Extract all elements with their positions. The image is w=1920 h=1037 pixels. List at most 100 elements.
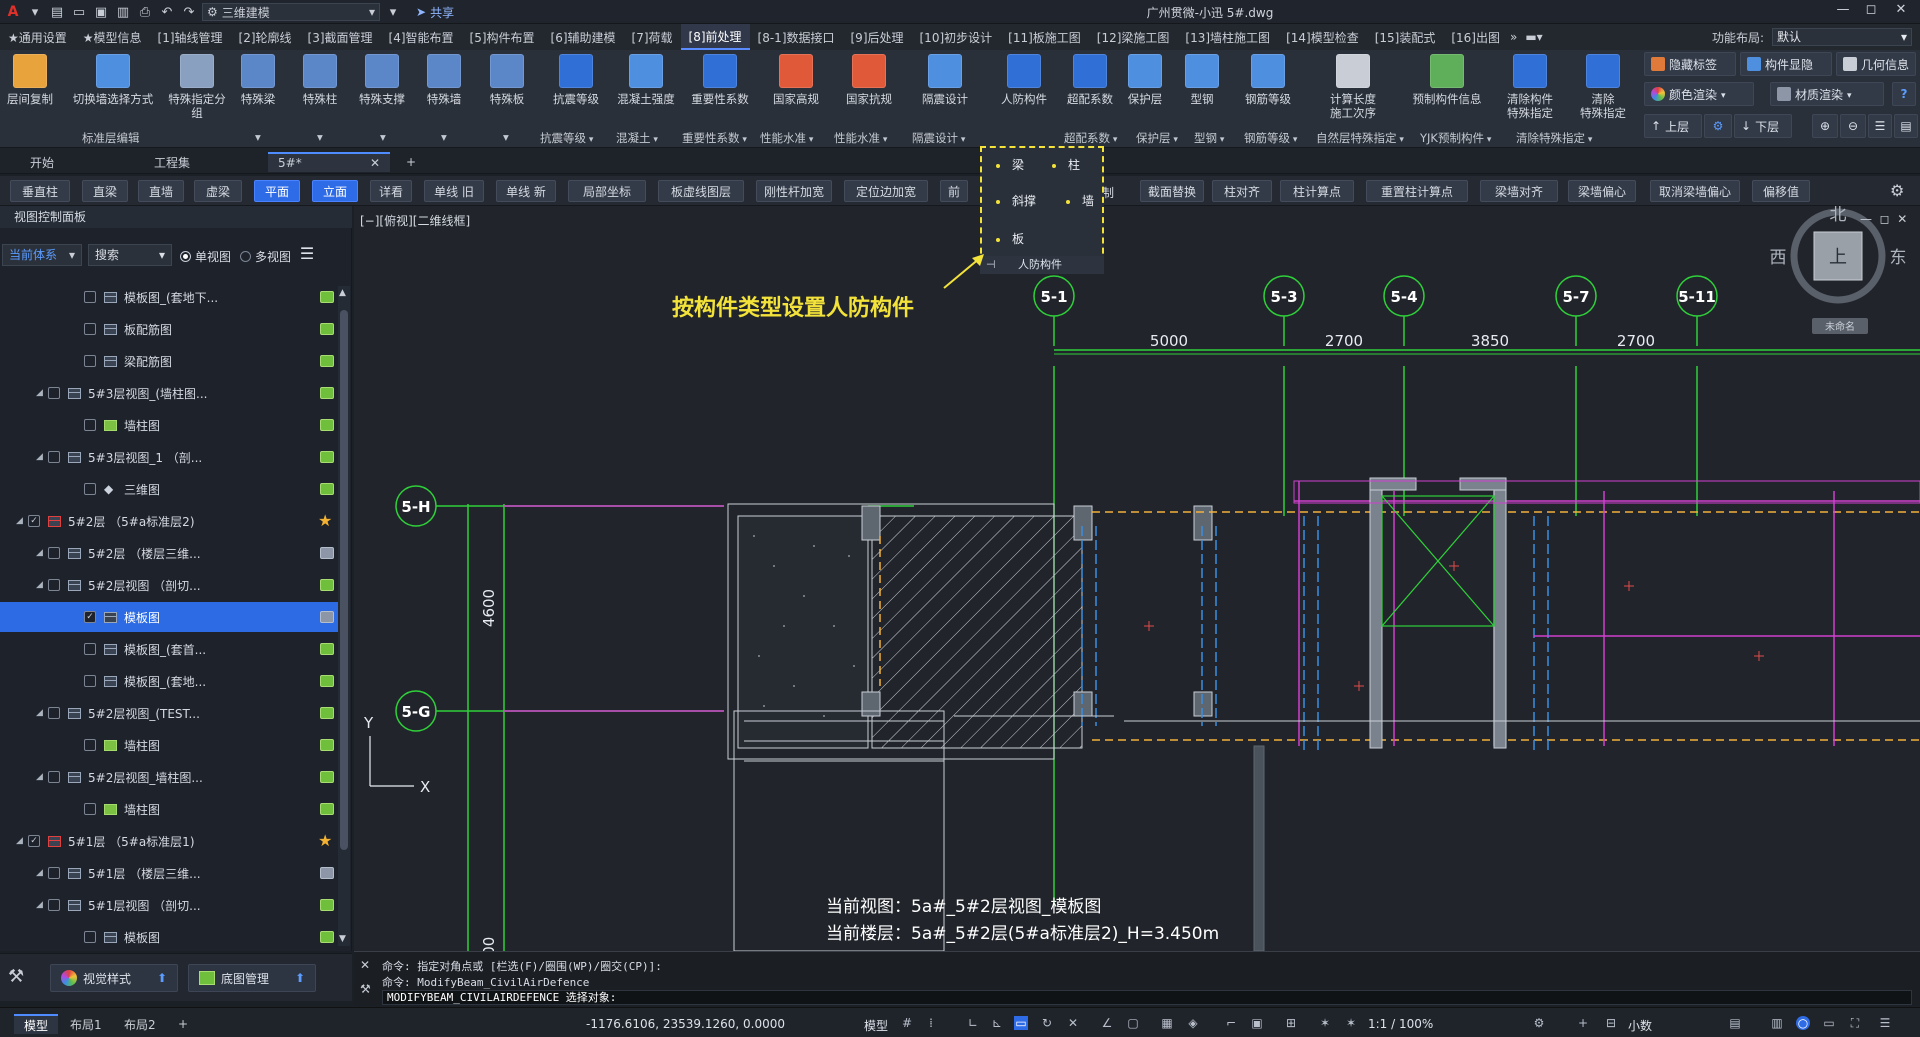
ribbon-button[interactable]: 钢筋等级	[1232, 52, 1304, 130]
save-as-icon[interactable]: ▥	[114, 3, 132, 21]
scroll-thumb[interactable]	[340, 310, 348, 850]
menu-tab[interactable]: ★通用设置	[0, 24, 75, 50]
ortho-icon[interactable]: ∟	[966, 1016, 980, 1030]
flyout-item-beam[interactable]: 梁	[996, 156, 1024, 173]
tab-layout1[interactable]: 布局1	[60, 1014, 112, 1034]
ribbon-button[interactable]: 层间复制	[2, 52, 58, 130]
flyout-item-slab[interactable]: 板	[996, 230, 1024, 247]
checkbox[interactable]: ✓	[28, 515, 40, 527]
drawing-canvas[interactable]: 5-1 5-3 5-4 5-7 5-11 5-H 5-G 5000 2700 3…	[354, 205, 1920, 965]
toolbar-button[interactable]: 重置柱计算点	[1366, 180, 1468, 202]
tree-item[interactable]: ◢ 5#2层视图_墙柱图...	[0, 762, 338, 792]
ribbon-button[interactable]: 混凝土强度	[612, 52, 680, 130]
up-floor-button[interactable]: ↑ 上层	[1644, 114, 1702, 138]
menu-tab[interactable]: [3]截面管理	[300, 24, 381, 50]
ribbon-button[interactable]: 特殊指定分组	[168, 52, 226, 130]
tree-item[interactable]: 梁配筋图	[0, 346, 338, 376]
units-icon[interactable]: ⊟	[1604, 1016, 1618, 1030]
new-tab-button[interactable]: +	[396, 152, 426, 172]
open-view-icon[interactable]	[320, 707, 334, 719]
checkbox[interactable]	[48, 771, 60, 783]
close-icon[interactable]: ✕	[370, 156, 380, 170]
undo-icon[interactable]: ↶	[158, 3, 176, 21]
monitor-icon[interactable]: ▭	[1822, 1016, 1836, 1030]
layout-view-button[interactable]: ▤	[1894, 114, 1918, 138]
save-icon[interactable]: ▣	[92, 3, 110, 21]
expand-arrow-icon[interactable]: ◢	[36, 452, 46, 462]
geometry-info-button[interactable]: 几何信息	[1836, 52, 1916, 76]
units-select[interactable]: 小数	[1628, 1017, 1652, 1034]
ribbon-button[interactable]: 国家高规	[760, 52, 832, 130]
ribbon-group-label[interactable]: 隔震设计	[912, 130, 965, 146]
gear-icon[interactable]: ⚙	[1890, 181, 1904, 200]
help-button[interactable]: ?	[1892, 82, 1916, 106]
checkbox[interactable]	[48, 451, 60, 463]
gizmo-icon[interactable]: ◈	[1186, 1016, 1200, 1030]
close-button[interactable]: ✕	[1890, 2, 1912, 22]
toolbar-button[interactable]: 板虚线图层	[658, 180, 744, 202]
open-folder-icon[interactable]: ▭	[70, 3, 88, 21]
menu-tab[interactable]: [16]出图	[1443, 24, 1508, 50]
ribbon-button[interactable]: 特殊梁	[228, 52, 288, 130]
annotation-visibility-icon[interactable]: ✶	[1344, 1016, 1358, 1030]
chevron-down-icon[interactable]: ▾	[255, 130, 261, 146]
scroll-up-icon[interactable]: ▲	[339, 288, 346, 298]
open-view-icon[interactable]	[320, 483, 334, 495]
tree-item[interactable]: 模板图_(套地下...	[0, 282, 338, 312]
fullscreen-icon[interactable]: ⛶	[1848, 1016, 1862, 1030]
isolate-icon[interactable]: ⊞	[1284, 1016, 1298, 1030]
menu-tab[interactable]: [8]前处理	[680, 24, 750, 50]
menu-tab[interactable]: [9]后处理	[843, 24, 912, 50]
toolbar-button[interactable]: 定位边加宽	[844, 180, 928, 202]
tree-item[interactable]: ◢ 5#2层视图 （剖切...	[0, 570, 338, 600]
toolbar-button[interactable]: 直墙	[138, 180, 184, 202]
new-file-icon[interactable]: ▤	[48, 3, 66, 21]
hide-label-button[interactable]: 隐藏标签	[1644, 52, 1736, 76]
tree-item[interactable]: 模板图_(套首...	[0, 634, 338, 664]
plus-icon[interactable]: +	[1576, 1016, 1590, 1030]
color-render-button[interactable]: 颜色渲染	[1644, 82, 1754, 106]
ribbon-group-label[interactable]: 混凝土	[616, 130, 658, 146]
ribbon-button[interactable]: 超配系数	[1064, 52, 1116, 130]
ribbon-button[interactable]: 清除 特殊指定	[1568, 52, 1638, 130]
toolbar-button[interactable]: 截面替换	[1140, 180, 1204, 202]
workspace-select[interactable]: ⚙ 三维建模 ▾	[202, 3, 380, 21]
ribbon-group-label[interactable]: 性能水准	[760, 130, 813, 146]
compass-east[interactable]: 东	[1890, 248, 1907, 268]
open-view-icon[interactable]	[320, 355, 334, 367]
checkbox[interactable]	[84, 739, 96, 751]
expand-arrow-icon[interactable]: ◢	[36, 772, 46, 782]
toolbar-button[interactable]: 梁墙偏心	[1568, 180, 1636, 202]
expand-arrow-icon[interactable]: ◢	[36, 708, 46, 718]
checkbox[interactable]	[48, 867, 60, 879]
toolbar-button[interactable]: 单线 新	[496, 180, 556, 202]
close-icon[interactable]: ✕	[360, 958, 370, 972]
down-floor-button[interactable]: ↓ 下层	[1734, 114, 1792, 138]
toolbar-button[interactable]: 详看	[370, 180, 412, 202]
checkbox[interactable]	[84, 323, 96, 335]
tree-item[interactable]: ◢ 5#1层视图 （剖切...	[0, 890, 338, 920]
open-view-icon[interactable]	[320, 419, 334, 431]
maximize-button[interactable]: ◻	[1860, 2, 1882, 22]
ribbon-group-label[interactable]: 型钢	[1194, 130, 1224, 146]
checkbox[interactable]	[84, 355, 96, 367]
menu-tab[interactable]: [10]初步设计	[912, 24, 1001, 50]
expand-arrow-icon[interactable]: ◢	[36, 548, 46, 558]
flyout-item-brace[interactable]: 斜撑	[996, 192, 1036, 209]
menu-tab[interactable]: [15]装配式	[1367, 24, 1444, 50]
menu-tab[interactable]: [13]墙柱施工图	[1177, 24, 1278, 50]
open-view-icon[interactable]	[320, 291, 334, 303]
floor-settings-button[interactable]: ⚙	[1704, 114, 1732, 138]
snap-icon[interactable]: ⁞	[924, 1016, 938, 1030]
menu-tab[interactable]: [7]荷载	[624, 24, 681, 50]
toolbar-button[interactable]: 梁墙对齐	[1480, 180, 1558, 202]
menu-tab[interactable]: [6]辅助建模	[543, 24, 624, 50]
toolbar-button[interactable]: 柱计算点	[1280, 180, 1354, 202]
open-view-icon[interactable]	[320, 579, 334, 591]
annotation-scale-icon[interactable]: ✶	[1318, 1016, 1332, 1030]
flyout-item-wall[interactable]: 墙	[1066, 192, 1094, 209]
model-space-toggle[interactable]: 模型	[864, 1017, 888, 1034]
scroll-down-icon[interactable]: ▼	[339, 934, 346, 944]
tab-layout2[interactable]: 布局2	[114, 1014, 166, 1034]
chevron-down-icon[interactable]: ▾	[380, 130, 386, 146]
